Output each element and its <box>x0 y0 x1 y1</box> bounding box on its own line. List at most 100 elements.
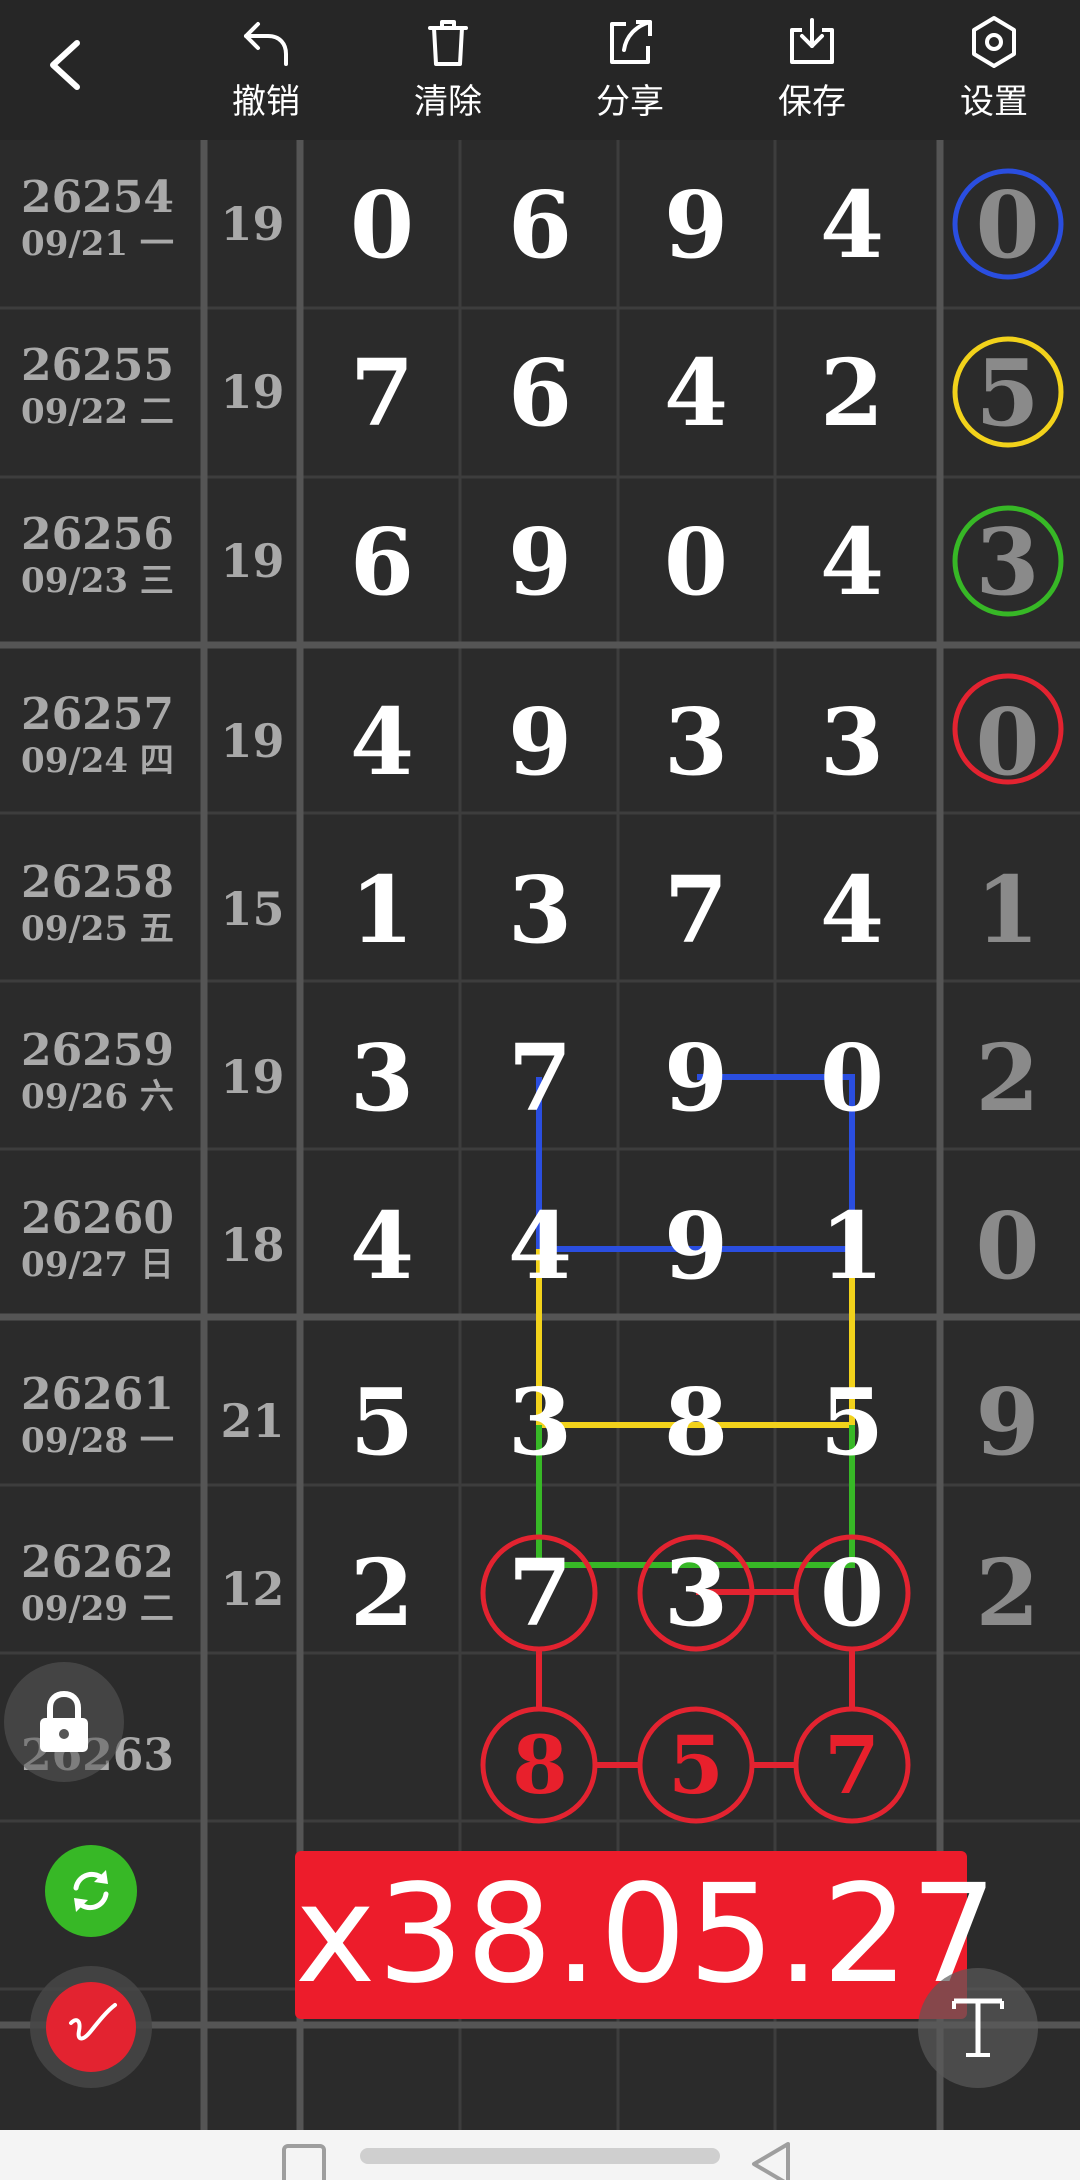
save-label: 保存 <box>778 82 846 122</box>
clear-label: 清除 <box>414 82 482 122</box>
refresh-button[interactable] <box>45 1845 137 1937</box>
digit-cell[interactable]: 7 <box>465 1023 615 1133</box>
extra-digit[interactable]: 2 <box>945 1023 1070 1133</box>
extra-digit[interactable]: 0 <box>945 170 1070 280</box>
digit-cell[interactable]: 4 <box>777 170 927 280</box>
issue-number: 26261 <box>20 1369 175 1420</box>
text-tool-icon <box>952 1998 1004 2057</box>
prediction-digit[interactable]: 5 <box>621 1710 771 1820</box>
digit-cell[interactable]: 4 <box>777 507 927 617</box>
share-label: 分享 <box>596 82 664 122</box>
digit-cell[interactable]: 6 <box>307 507 457 617</box>
lock-button[interactable] <box>4 1662 124 1782</box>
extra-digit[interactable]: 1 <box>945 855 1070 965</box>
digit-cell[interactable]: 0 <box>307 170 457 280</box>
digit-cell[interactable]: 9 <box>465 507 615 617</box>
digit-cell[interactable]: 3 <box>621 1538 771 1648</box>
clear-button[interactable]: 清除 <box>378 10 518 130</box>
digit-cell[interactable]: 0 <box>777 1023 927 1133</box>
settings-label: 设置 <box>960 82 1028 122</box>
draw-date: 09/25 五 <box>21 909 174 949</box>
draw-date: 09/29 二 <box>21 1589 174 1629</box>
digit-cell[interactable]: 6 <box>465 338 615 448</box>
digit-sum: 12 <box>220 1562 285 1616</box>
draw-date: 09/22 二 <box>21 392 174 432</box>
digit-cell[interactable]: 4 <box>307 1191 457 1301</box>
digit-cell[interactable]: 7 <box>465 1538 615 1648</box>
digit-cell[interactable]: 9 <box>621 170 771 280</box>
digit-cell[interactable]: 2 <box>307 1538 457 1648</box>
number-grid[interactable]: 26254 09/21 一 19 0 6 9 4 0 26255 09/22 二… <box>0 140 1080 2130</box>
extra-digit[interactable]: 0 <box>945 687 1070 797</box>
digit-cell[interactable]: 0 <box>777 1538 927 1648</box>
text-tool-button[interactable] <box>918 1968 1038 2088</box>
digit-cell[interactable]: 3 <box>621 687 771 797</box>
undo-icon <box>244 22 288 66</box>
prediction-digit[interactable]: 7 <box>777 1710 927 1820</box>
issue-number: 26260 <box>20 1193 175 1244</box>
digit-cell[interactable]: 9 <box>621 1023 771 1133</box>
digit-cell[interactable]: 7 <box>307 338 457 448</box>
draw-date: 09/28 一 <box>21 1421 174 1461</box>
digit-cell[interactable]: 3 <box>777 687 927 797</box>
digit-cell[interactable]: 5 <box>307 1367 457 1477</box>
digit-cell[interactable]: 1 <box>777 1191 927 1301</box>
digit-cell[interactable]: 0 <box>621 507 771 617</box>
extra-digit[interactable]: 0 <box>945 1191 1070 1301</box>
issue-number: 26258 <box>20 857 175 908</box>
digit-sum: 19 <box>220 197 285 251</box>
digit-cell[interactable]: 3 <box>465 1367 615 1477</box>
digit-cell[interactable]: 4 <box>465 1191 615 1301</box>
draw-date: 09/21 一 <box>21 224 174 264</box>
settings-button[interactable]: 设置 <box>924 10 1064 130</box>
extra-digit[interactable]: 9 <box>945 1367 1070 1477</box>
extra-digit[interactable]: 5 <box>945 338 1070 448</box>
digit-sum: 19 <box>220 534 285 588</box>
undo-button[interactable]: 撤销 <box>196 10 336 130</box>
nav-home-bar[interactable] <box>360 2148 720 2164</box>
pen-icon <box>69 2003 117 2041</box>
digit-cell[interactable]: 3 <box>465 855 615 965</box>
system-nav-bar <box>0 2130 1080 2180</box>
digit-sum: 19 <box>220 1050 285 1104</box>
save-button[interactable]: 保存 <box>742 10 882 130</box>
extra-digit[interactable]: 2 <box>945 1538 1070 1648</box>
draw-date: 09/27 日 <box>21 1245 174 1285</box>
result-banner: x38.05.27 <box>295 1851 997 2019</box>
digit-cell[interactable]: 6 <box>465 170 615 280</box>
download-icon <box>790 18 834 64</box>
share-button[interactable]: 分享 <box>560 10 700 130</box>
digit-sum: 21 <box>220 1394 285 1448</box>
digit-cell[interactable]: 7 <box>621 855 771 965</box>
draw-date: 09/26 六 <box>21 1077 174 1117</box>
digit-cell[interactable]: 9 <box>621 1191 771 1301</box>
nav-back-icon[interactable] <box>748 2130 798 2180</box>
digit-cell[interactable]: 3 <box>307 1023 457 1133</box>
extra-digit[interactable]: 3 <box>945 507 1070 617</box>
digit-cell[interactable]: 8 <box>621 1367 771 1477</box>
issue-number: 26259 <box>20 1025 175 1076</box>
digit-cell[interactable]: 4 <box>621 338 771 448</box>
digit-cell[interactable]: 4 <box>307 687 457 797</box>
digit-cell[interactable]: 9 <box>465 687 615 797</box>
digit-cell[interactable]: 4 <box>777 855 927 965</box>
refresh-icon <box>73 1870 109 1912</box>
draw-date: 09/23 三 <box>21 561 174 601</box>
digit-sum: 18 <box>220 1218 285 1272</box>
undo-label: 撤销 <box>232 82 300 122</box>
toolbar: 撤销 清除 分享 保存 设置 <box>0 0 1080 140</box>
digit-cell[interactable]: 5 <box>777 1367 927 1477</box>
digit-cell[interactable]: 2 <box>777 338 927 448</box>
nav-recents-icon[interactable] <box>280 2130 330 2180</box>
digit-sum: 19 <box>220 365 285 419</box>
back-button[interactable] <box>30 25 100 105</box>
share-icon <box>610 20 652 64</box>
back-arrow-icon <box>50 40 80 90</box>
issue-number: 26257 <box>20 689 175 740</box>
digit-cell[interactable]: 1 <box>307 855 457 965</box>
issue-number: 26262 <box>20 1537 175 1588</box>
prediction-digit[interactable]: 8 <box>465 1710 615 1820</box>
draw-date: 09/24 四 <box>21 741 174 781</box>
pen-button[interactable] <box>30 1966 152 2088</box>
trash-icon <box>428 20 468 66</box>
